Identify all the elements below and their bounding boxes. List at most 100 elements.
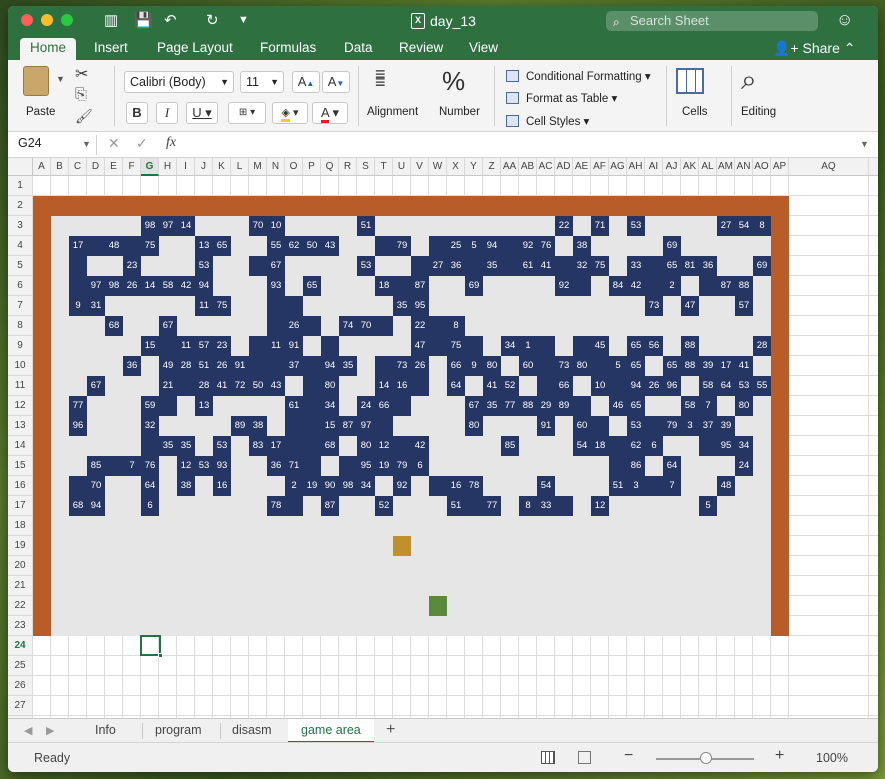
column-header-ad[interactable]: AD [555, 158, 573, 176]
zoom-out-icon[interactable]: − [624, 747, 633, 765]
cells-label[interactable]: Cells [682, 106, 708, 118]
minimize-window-button[interactable] [41, 14, 53, 26]
font-size-select[interactable]: 11 ▼ [240, 71, 284, 93]
row-header-11[interactable]: 11 [8, 376, 33, 396]
normal-view-icon[interactable] [541, 751, 555, 764]
tab-view[interactable]: View [469, 40, 498, 55]
search-sheet-input[interactable]: ⌕ Search Sheet [606, 11, 818, 31]
column-header-an[interactable]: AN [735, 158, 753, 176]
page-layout-view-icon[interactable] [578, 751, 591, 764]
redo-icon[interactable]: ↻ [206, 11, 219, 29]
row-header-2[interactable]: 2 [8, 196, 33, 216]
worksheet-grid[interactable]: A B C D E F G H I J K L M N O P Q R S T U V W X Y Z AA AB AC AD AE AF AG… [8, 158, 878, 718]
column-header-af[interactable]: AF [591, 158, 609, 176]
row-header-14[interactable]: 14 [8, 436, 33, 456]
column-header-ab[interactable]: AB [519, 158, 537, 176]
column-header-w[interactable]: W [429, 158, 447, 176]
column-header-s[interactable]: S [357, 158, 375, 176]
feedback-smiley-icon[interactable]: ☺ [836, 10, 853, 30]
customize-toolbar-icon[interactable]: ▼ [238, 14, 249, 26]
column-header-z[interactable]: Z [483, 158, 501, 176]
row-header-17[interactable]: 17 [8, 496, 33, 516]
select-all-corner[interactable] [8, 158, 33, 176]
next-sheet-icon[interactable]: ▶ [46, 724, 54, 737]
column-header-h[interactable]: H [159, 158, 177, 176]
borders-button[interactable]: ⊞ ▾ [228, 102, 266, 124]
italic-button[interactable]: I [156, 102, 178, 124]
percent-icon[interactable]: % [442, 66, 465, 97]
font-color-button[interactable]: A ▾ [312, 102, 348, 124]
conditional-formatting-button[interactable]: Conditional Formatting ▾ [506, 69, 651, 83]
column-header-c[interactable]: C [69, 158, 87, 176]
column-header-aa[interactable]: AA [501, 158, 519, 176]
editing-label[interactable]: Editing [741, 106, 776, 118]
insert-function-icon[interactable]: fx [166, 135, 176, 151]
magnifier-icon[interactable]: ⌕ [741, 64, 757, 97]
column-header-k[interactable]: K [213, 158, 231, 176]
column-header-am[interactable]: AM [717, 158, 735, 176]
sidebar-toggle-icon[interactable]: ▥ [104, 11, 118, 29]
column-header-i[interactable]: I [177, 158, 195, 176]
row-header-22[interactable]: 22 [8, 596, 33, 616]
cells-icon[interactable] [676, 68, 704, 94]
sheet-tab-program[interactable]: program [155, 723, 202, 737]
tab-review[interactable]: Review [399, 40, 443, 55]
format-painter-icon[interactable]: 🖌 [75, 108, 93, 125]
column-header-m[interactable]: M [249, 158, 267, 176]
column-header-d[interactable]: D [87, 158, 105, 176]
decrease-font-size-button[interactable]: A▼ [322, 71, 350, 93]
zoom-window-button[interactable] [61, 14, 73, 26]
sheet-tab-game-area[interactable]: game area [288, 719, 374, 743]
row-header-10[interactable]: 10 [8, 356, 33, 376]
paste-dropdown-icon[interactable]: ▼ [56, 74, 65, 84]
row-header-7[interactable]: 7 [8, 296, 33, 316]
column-header-ak[interactable]: AK [681, 158, 699, 176]
tab-data[interactable]: Data [344, 40, 373, 55]
row-header-4[interactable]: 4 [8, 236, 33, 256]
add-sheet-icon[interactable]: + [386, 721, 395, 739]
column-header-o[interactable]: O [285, 158, 303, 176]
tab-home[interactable]: Home [20, 38, 77, 60]
column-header-x[interactable]: X [447, 158, 465, 176]
row-header-13[interactable]: 13 [8, 416, 33, 436]
row-header-12[interactable]: 12 [8, 396, 33, 416]
column-header-e[interactable]: E [105, 158, 123, 176]
zoom-slider-thumb[interactable] [700, 752, 712, 764]
format-as-table-button[interactable]: Format as Table ▾ [506, 91, 617, 105]
column-header-u[interactable]: U [393, 158, 411, 176]
column-header-aq[interactable]: AQ [789, 158, 869, 176]
name-box[interactable]: G24 [18, 136, 42, 150]
column-header-f[interactable]: F [123, 158, 141, 176]
row-header-5[interactable]: 5 [8, 256, 33, 276]
sheet-tab-disasm[interactable]: disasm [232, 723, 272, 737]
column-header-aj[interactable]: AJ [663, 158, 681, 176]
column-header-ai[interactable]: AI [645, 158, 663, 176]
row-header-21[interactable]: 21 [8, 576, 33, 596]
bold-button[interactable]: B [126, 102, 148, 124]
alignment-icon[interactable]: ≡ ≡ [375, 65, 403, 91]
column-header-ah[interactable]: AH [627, 158, 645, 176]
column-header-ao[interactable]: AO [753, 158, 771, 176]
previous-sheet-icon[interactable]: ◀ [24, 724, 32, 737]
paste-icon[interactable] [23, 66, 49, 96]
row-header-16[interactable]: 16 [8, 476, 33, 496]
tab-formulas[interactable]: Formulas [260, 40, 316, 55]
row-header-8[interactable]: 8 [8, 316, 33, 336]
column-header-g[interactable]: G [141, 158, 159, 176]
tab-page-layout[interactable]: Page Layout [157, 40, 233, 55]
paste-label[interactable]: Paste [26, 106, 55, 118]
column-header-al[interactable]: AL [699, 158, 717, 176]
cut-icon[interactable]: ✂ [75, 64, 88, 84]
row-header-23[interactable]: 23 [8, 616, 33, 636]
column-header-t[interactable]: T [375, 158, 393, 176]
confirm-icon[interactable]: ✓ [136, 135, 148, 152]
row-header-27[interactable]: 27 [8, 696, 33, 716]
column-header-ac[interactable]: AC [537, 158, 555, 176]
underline-button[interactable]: U ▾ [186, 102, 218, 124]
column-header-n[interactable]: N [267, 158, 285, 176]
column-header-p[interactable]: P [303, 158, 321, 176]
row-header-1[interactable]: 1 [8, 176, 33, 196]
share-button[interactable]: 👤+ Share ⌃ [773, 40, 855, 57]
cell-styles-button[interactable]: Cell Styles ▾ [506, 114, 589, 128]
name-box-dropdown-icon[interactable]: ▼ [82, 139, 91, 149]
